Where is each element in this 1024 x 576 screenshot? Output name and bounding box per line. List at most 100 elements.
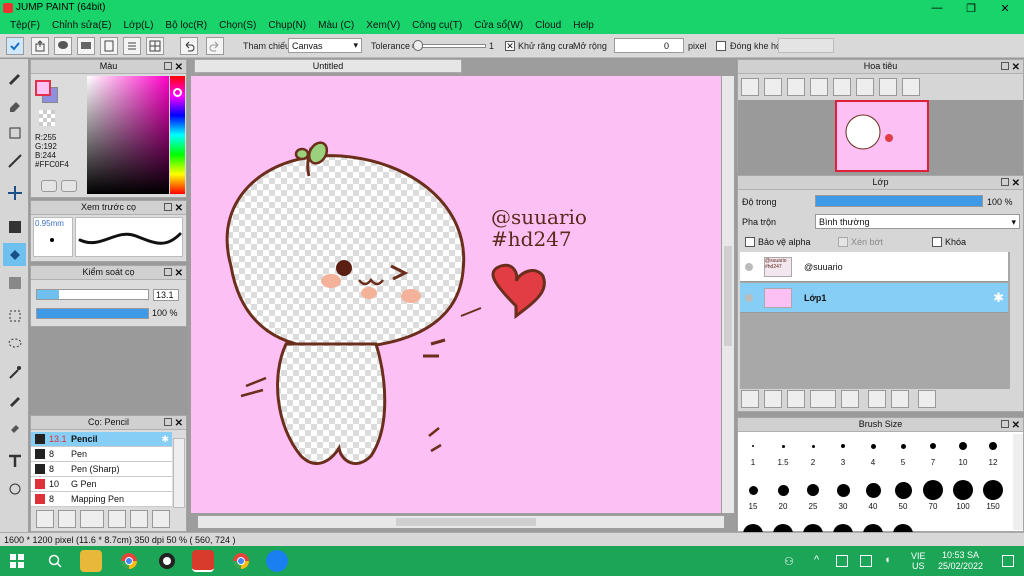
brush-menu-icon[interactable] [80, 510, 104, 528]
navigator-thumbnail[interactable] [835, 100, 929, 172]
brush-size-cell[interactable]: 100 [948, 478, 978, 522]
close-icon[interactable]: ✕ [175, 61, 183, 74]
menu-color[interactable]: Màu (C) [312, 20, 360, 31]
clip-option[interactable]: Xén bớt [838, 237, 883, 247]
close-icon[interactable]: ✕ [1012, 419, 1020, 432]
fill-rect-tool-icon[interactable] [3, 215, 26, 238]
menu-view[interactable]: Xem(V) [360, 20, 406, 31]
trash-icon[interactable] [918, 390, 936, 408]
chrome-icon[interactable] [118, 550, 140, 572]
clip-checkbox[interactable] [838, 237, 848, 247]
brush-size-bar[interactable] [36, 289, 149, 300]
brush-size-value[interactable]: 13.1 [153, 289, 179, 301]
menu-tools[interactable]: Công cụ(T) [406, 20, 468, 31]
menu-help[interactable]: Help [567, 20, 600, 31]
brush-row[interactable]: 13.1 Pencil ✱ [31, 432, 172, 447]
minimize-button[interactable]: — [920, 0, 954, 16]
menu-cloud[interactable]: Cloud [529, 20, 567, 31]
battery-icon[interactable] [860, 555, 872, 567]
close-button[interactable]: ✕ [988, 0, 1022, 16]
blend-select[interactable]: Bình thường ▾ [815, 214, 1020, 229]
windows-start-icon[interactable] [6, 550, 28, 572]
brush-size-cell[interactable]: 5 [888, 434, 918, 478]
select-pen-icon[interactable] [3, 388, 26, 411]
merge-down-icon[interactable] [891, 390, 909, 408]
close-gap-checkbox[interactable] [716, 41, 726, 53]
maximize-icon[interactable] [164, 268, 172, 276]
transparent-swatch[interactable] [39, 110, 55, 126]
brush-size-cell[interactable]: 25 [798, 478, 828, 522]
select-rect-icon[interactable] [3, 304, 26, 327]
gear-icon[interactable]: ✱ [161, 434, 169, 445]
brush-size-cell[interactable]: 7 [918, 434, 948, 478]
maximize-icon[interactable] [1001, 62, 1009, 70]
brush-size-cell[interactable]: 40 [858, 478, 888, 522]
magic-wand-icon[interactable] [3, 360, 26, 383]
document-tab[interactable]: Untitled [194, 59, 462, 73]
brush-row[interactable]: 10 G Pen [31, 477, 172, 492]
fit-icon[interactable] [856, 78, 874, 96]
eraser-tool-icon[interactable] [3, 93, 26, 116]
folder-icon[interactable] [841, 390, 859, 408]
eye-icon[interactable] [745, 294, 753, 302]
menu-window[interactable]: Cửa sổ(W) [468, 20, 529, 31]
add-layer-menu-icon[interactable] [810, 390, 836, 408]
hand-tool-icon[interactable] [3, 477, 26, 500]
menu-file[interactable]: Tệp(F) [4, 20, 46, 31]
brush-row[interactable]: 8 Pen (Sharp) [31, 462, 172, 477]
maximize-icon[interactable] [164, 62, 172, 70]
drawing-canvas[interactable]: @suuario #hd247 [191, 76, 721, 513]
reference-select[interactable]: Canvas ▾ [288, 38, 362, 53]
close-icon[interactable]: ✕ [175, 417, 183, 430]
color-tool-button-2[interactable] [61, 180, 77, 192]
people-icon[interactable]: ⚇ [784, 555, 794, 568]
maximize-icon[interactable] [164, 418, 172, 426]
undo-icon[interactable] [180, 37, 198, 55]
tolerance-slider-thumb[interactable] [413, 40, 423, 51]
brush-size-cell[interactable]: 50 [888, 478, 918, 522]
foreground-color-swatch-top[interactable] [35, 80, 51, 96]
brush-opacity-bar[interactable] [36, 308, 149, 319]
rotate-left-icon[interactable] [833, 78, 851, 96]
maximize-icon[interactable] [1001, 178, 1009, 186]
zoom-out-icon[interactable] [810, 78, 828, 96]
brush-size-cell[interactable]: 30 [828, 478, 858, 522]
brush-size-cell[interactable]: 1.5 [768, 434, 798, 478]
brush-size-cell[interactable]: 4 [858, 434, 888, 478]
zoom-in-icon[interactable] [741, 78, 759, 96]
brush-list-scrollbar[interactable] [173, 438, 185, 508]
brush-tool-icon[interactable] [3, 65, 26, 88]
color-tool-button-1[interactable] [41, 180, 57, 192]
page-icon[interactable] [100, 37, 118, 55]
brush-size-cell[interactable]: 2 [798, 434, 828, 478]
brush-size-cell[interactable]: 70 [918, 478, 948, 522]
brush-size-cell[interactable]: 1 [738, 434, 768, 478]
brush-size-cell[interactable]: 150 [978, 478, 1008, 522]
gear-icon[interactable]: ✱ [993, 290, 1004, 306]
expand-input[interactable]: 0 [614, 38, 684, 53]
layer-row[interactable]: @suuario #hd247 @suuario [740, 252, 1008, 282]
tolerance-slider[interactable] [412, 44, 486, 48]
lock-checkbox[interactable] [932, 237, 942, 247]
duplicate-icon[interactable] [152, 510, 170, 528]
chevron-up-icon[interactable]: ^ [814, 554, 819, 566]
canvas-horizontal-scrollbar[interactable] [198, 516, 724, 528]
redo-icon[interactable] [206, 37, 224, 55]
brush-size-cell[interactable]: 10 [948, 434, 978, 478]
clock[interactable]: 10:53 SA 25/02/2022 [938, 550, 983, 572]
maximize-icon[interactable] [164, 203, 172, 211]
canvas-vertical-scrollbar[interactable] [722, 76, 734, 513]
search-icon[interactable] [44, 550, 66, 572]
menu-edit[interactable]: Chỉnh sửa(E) [46, 20, 118, 31]
close-icon[interactable]: ✕ [175, 202, 183, 215]
copy-layer-icon[interactable] [764, 390, 782, 408]
file-explorer-icon[interactable] [80, 550, 102, 572]
bucket-tool-icon[interactable] [3, 243, 26, 266]
layer-row-selected[interactable]: Lớp1 ✱ [740, 283, 1008, 313]
close-icon[interactable]: ✕ [1012, 177, 1020, 190]
grid-icon[interactable] [146, 37, 164, 55]
antialias-checkbox[interactable]: ✕ [505, 41, 515, 51]
brush-size-scrollbar[interactable] [1013, 434, 1023, 530]
close-icon[interactable]: ✕ [1012, 61, 1020, 74]
fit-screen-icon[interactable] [787, 78, 805, 96]
